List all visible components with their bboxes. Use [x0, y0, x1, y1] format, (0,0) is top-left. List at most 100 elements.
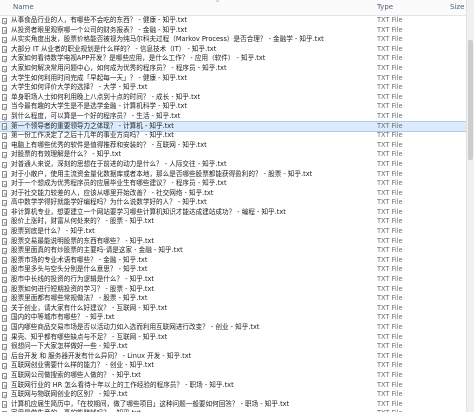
text-file-icon	[2, 84, 7, 92]
file-row[interactable]: 股市里多头与空头分别是什么意思？ - 知乎.txt TXT File	[0, 265, 466, 275]
file-row[interactable]: 股票交易最能说明股票的东西有哪些？ - 知乎.txt TXT File	[0, 237, 466, 247]
file-row[interactable]: 大家如何看待数学电视APP开发？是哪些应用，是什么工作？ - 应用（软件） - …	[0, 54, 466, 64]
file-name: 很想问一下大家怎样做好一些 - 知乎.txt	[11, 342, 128, 351]
column-header-name[interactable]: Name	[13, 3, 34, 11]
text-file-icon	[2, 113, 7, 121]
scrollbar-thumb[interactable]	[468, 40, 473, 160]
file-row[interactable]: 大学生如何评价大学的选择？ - 大学 - 知乎.txt TXT File	[0, 83, 466, 93]
file-name: 当今最有趣的大学生是不是选学金融 - 计算机科学 - 知乎.txt	[11, 102, 187, 111]
file-type: TXT File	[377, 140, 403, 149]
file-name: 单身职场人士如何利用晚上八点到十点的时间？ - 成长 - 知乎.txt	[11, 92, 201, 101]
text-file-icon	[2, 267, 7, 274]
file-name: 股票里面真的有炒股票的主要吗-请是这家 - 金融 - 知乎.txt	[11, 246, 183, 255]
file-row[interactable]: 对于一个想成为优秀程序员的应届毕业生有哪些建议？ - 程序员 - 知乎.txt T…	[0, 179, 466, 189]
text-file-icon	[2, 228, 7, 236]
text-file-icon	[2, 209, 7, 216]
file-row[interactable]: 股票如何进行短期投资的学习？ - 股票 - 知乎.txt TXT File	[0, 285, 466, 295]
file-name: 对普通人来说，深刻的思想在于前进的动力是什么？ - 人际交往 - 知乎.txt	[11, 159, 227, 168]
column-header-type[interactable]: Type	[377, 3, 393, 11]
text-file-icon	[2, 382, 7, 389]
file-type: TXT File	[377, 399, 403, 408]
file-row[interactable]: 从实实角度出发，股票价格能否被视为纯马尔科夫过程（Markov Process）…	[0, 35, 466, 45]
file-row[interactable]: 互联网行业的 HR 怎么看待十年以上的工作经验的程序员？ - 职场 - 知乎.t…	[0, 381, 466, 391]
file-name: 股票到底是什么？ - 知乎.txt	[11, 227, 95, 236]
file-row[interactable]: 国内哪些商品交易市场是否以活动力如入选而利用互联网进行改变？ - 创业 - 知乎…	[0, 323, 466, 333]
file-type: TXT File	[377, 342, 403, 351]
text-file-icon	[2, 401, 7, 408]
file-row[interactable]: 很想问一下大家怎样做好一些 - 知乎.txt TXT File	[0, 342, 466, 352]
file-row[interactable]: 从事食品行业的人，有哪些不会吃的东西？ - 健康 - 知乎.txt TXT Fil…	[0, 16, 466, 26]
file-row[interactable]: 关于创业，请大家有什么好建议？ - 互联网 - 知乎.txt TXT File	[0, 304, 466, 314]
file-row[interactable]: 第一份工作决定了之后十几年的事业方向吗？ - 知乎.txt TXT File	[0, 131, 466, 141]
file-name: 大家如何看待数学电视APP开发？是哪些应用，是什么工作？ - 应用（软件） - …	[11, 54, 266, 63]
file-type: TXT File	[377, 83, 403, 92]
file-type: TXT File	[377, 198, 403, 207]
file-type: TXT File	[377, 332, 403, 341]
file-row[interactable]: 股票到底是什么？ - 知乎.txt TXT File	[0, 227, 466, 237]
file-type: TXT File	[377, 361, 403, 370]
text-file-icon	[2, 151, 7, 159]
vertical-scrollbar[interactable]	[466, 0, 474, 412]
file-row[interactable]: 非计算机专业，想要建立一个网站要学习哪些计算机知识才能达成建站成功？ - 编程 …	[0, 208, 466, 218]
file-row[interactable]: 对于小散户，使用主流资金量化数据库或者本地，那么是否哪些股票都能获得盈利的？ -…	[0, 170, 466, 180]
file-row[interactable]: 对股票的有效理解是什么？ - 知乎.txt TXT File	[0, 150, 466, 160]
file-type: TXT File	[377, 380, 403, 389]
file-name: 大学生如何评价大学的选择？ - 大学 - 知乎.txt	[11, 83, 148, 92]
file-type: TXT File	[377, 54, 403, 63]
text-file-icon	[2, 36, 7, 44]
file-row[interactable]: 计算机应届生简历中，「在校期间，做了哪些项目」这种问题一般要如何回答？ - 职场…	[0, 400, 466, 410]
file-row[interactable]: 股市中长线的投资的行为逻辑是什么？ - 知乎.txt TXT File	[0, 275, 466, 285]
file-name: 国内哪些商品交易市场是否以活动力如入选而利用互联网进行改变？ - 创业 - 知乎…	[11, 323, 260, 331]
file-row[interactable]: 单身职场人士如何利用晚上八点到十点的时间？ - 成长 - 知乎.txt TXT F…	[0, 93, 466, 103]
file-row[interactable]: 后台开发 和 服务器开发有什么异同？ - Linux 开发 - 知乎.txt TX…	[0, 352, 466, 362]
file-row[interactable]: 从投资者眼里观察哪一个公司的财务报表？ - 金融 - 知乎.txt TXT Fil…	[0, 26, 466, 36]
file-type: TXT File	[377, 294, 403, 303]
text-file-icon	[2, 324, 7, 332]
file-name: 从实实角度出发，股票价格能否被视为纯马尔科夫过程（Markov Process）…	[11, 35, 324, 44]
file-row[interactable]: 果壳、知乎都有哪些缺点与不足？ - 互联网 - 知乎.txt TXT File	[0, 333, 466, 343]
file-row[interactable]: 互联网与物联网创业的区别？ - 知乎.txt TXT File	[0, 390, 466, 400]
file-name: 从事食品行业的人，有哪些不会吃的东西？ - 健康 - 知乎.txt	[11, 16, 187, 24]
file-type: TXT File	[377, 275, 403, 284]
file-name: 非计算机专业，想要建立一个网站要学习哪些计算机知识才能达成建站成功？ - 编程 …	[11, 207, 286, 216]
file-row[interactable]: 股票里面真的有炒股票的主要吗-请是这家 - 金融 - 知乎.txt TXT Fil…	[0, 246, 466, 256]
file-type: TXT File	[377, 150, 403, 159]
text-file-icon	[2, 94, 7, 101]
file-row[interactable]: 股票市场的专业术语有哪些？ - 金融 - 知乎.txt TXT File	[0, 256, 466, 266]
file-row[interactable]: 互联网创业需要什么样的能力？ - 创业 - 知乎.txt TXT File	[0, 361, 466, 371]
text-file-icon	[2, 238, 7, 245]
file-row[interactable]: 大家如何解决常用问题中心，如何成为优秀的程序员？ - 程序员 - 知乎.txt T…	[0, 64, 466, 74]
file-name: 股票如何进行短期投资的学习？ - 股票 - 知乎.txt	[11, 284, 154, 293]
file-name: 股票里面都有哪些常规做法？ - 股票 - 知乎.txt	[11, 294, 148, 303]
file-row[interactable]: 互联网公司做搜索的哪些人做的？ - 知乎.txt TXT File	[0, 371, 466, 381]
file-type: TXT File	[377, 284, 403, 293]
file-row[interactable]: 第一个领导者的重要领导力之体现？ - 计算机 - 知乎.txt TXT File	[0, 120, 467, 133]
text-file-icon	[2, 199, 7, 207]
file-row[interactable]: 对普通人来说，深刻的思想在于前进的动力是什么？ - 人际交往 - 知乎.txt T…	[0, 160, 466, 170]
file-name: 大部分 IT 从业者的职业规划是什么样的？ - 信息技术（IT） - 知乎.tx…	[11, 44, 217, 53]
file-name: 果壳、知乎都有哪些缺点与不足？ - 互联网 - 知乎.txt	[11, 332, 168, 341]
file-type: TXT File	[377, 131, 403, 140]
file-type: TXT File	[377, 255, 403, 264]
file-row[interactable]: 电脑上有哪些优秀的软件是值得推荐和安装的？ - 互联网 - 知乎.txt TXT …	[0, 141, 466, 151]
file-row[interactable]: 股价上涨时，财富从何处来的？ - 股票 - 知乎.txt TXT File	[0, 217, 466, 227]
file-type: TXT File	[377, 179, 403, 188]
file-row[interactable]: 对于社交能力较差的人，应该从哪里开始改善？ - 社交网络 - 知乎.txt TXT…	[0, 189, 466, 199]
file-row[interactable]: 国内的中等城市有哪些？ - 知乎.txt TXT File	[0, 313, 466, 323]
file-name: 从投资者眼里观察哪一个公司的财务报表？ - 金融 - 知乎.txt	[11, 25, 187, 34]
file-type: TXT File	[377, 63, 403, 72]
file-explorer: ^ Name Type Size 从事食品行业的人，有哪些不会吃的东西？ - 健…	[0, 0, 474, 412]
file-row[interactable]: 大学生如何利用时间完成「早起每一天」？ - 健康 - 知乎.txt TXT Fil…	[0, 74, 466, 84]
file-row[interactable]: 高中数学学得好就能学好编程吗？为什么说数学好的人？ - 知乎.txt TXT Fi…	[0, 198, 466, 208]
text-file-icon	[2, 171, 7, 178]
file-row[interactable]: 当今最有趣的大学生是不是选学金融 - 计算机科学 - 知乎.txt TXT Fil…	[0, 102, 466, 112]
file-row[interactable]: 到什么程度，可以算是一个好的程序员？ - 生活 - 知乎.txt TXT File	[0, 112, 466, 122]
text-file-icon	[2, 65, 7, 73]
file-type: TXT File	[377, 217, 403, 226]
text-file-icon	[2, 190, 7, 197]
column-header-bar: ^ Name Type Size	[0, 0, 474, 16]
file-row[interactable]: 股票里面都有哪些常规做法？ - 股票 - 知乎.txt TXT File	[0, 294, 466, 304]
column-header-size[interactable]: Size	[450, 3, 464, 11]
file-type: TXT File	[377, 44, 403, 53]
file-row[interactable]: 大部分 IT 从业者的职业规划是什么样的？ - 信息技术（IT） - 知乎.tx…	[0, 45, 466, 55]
